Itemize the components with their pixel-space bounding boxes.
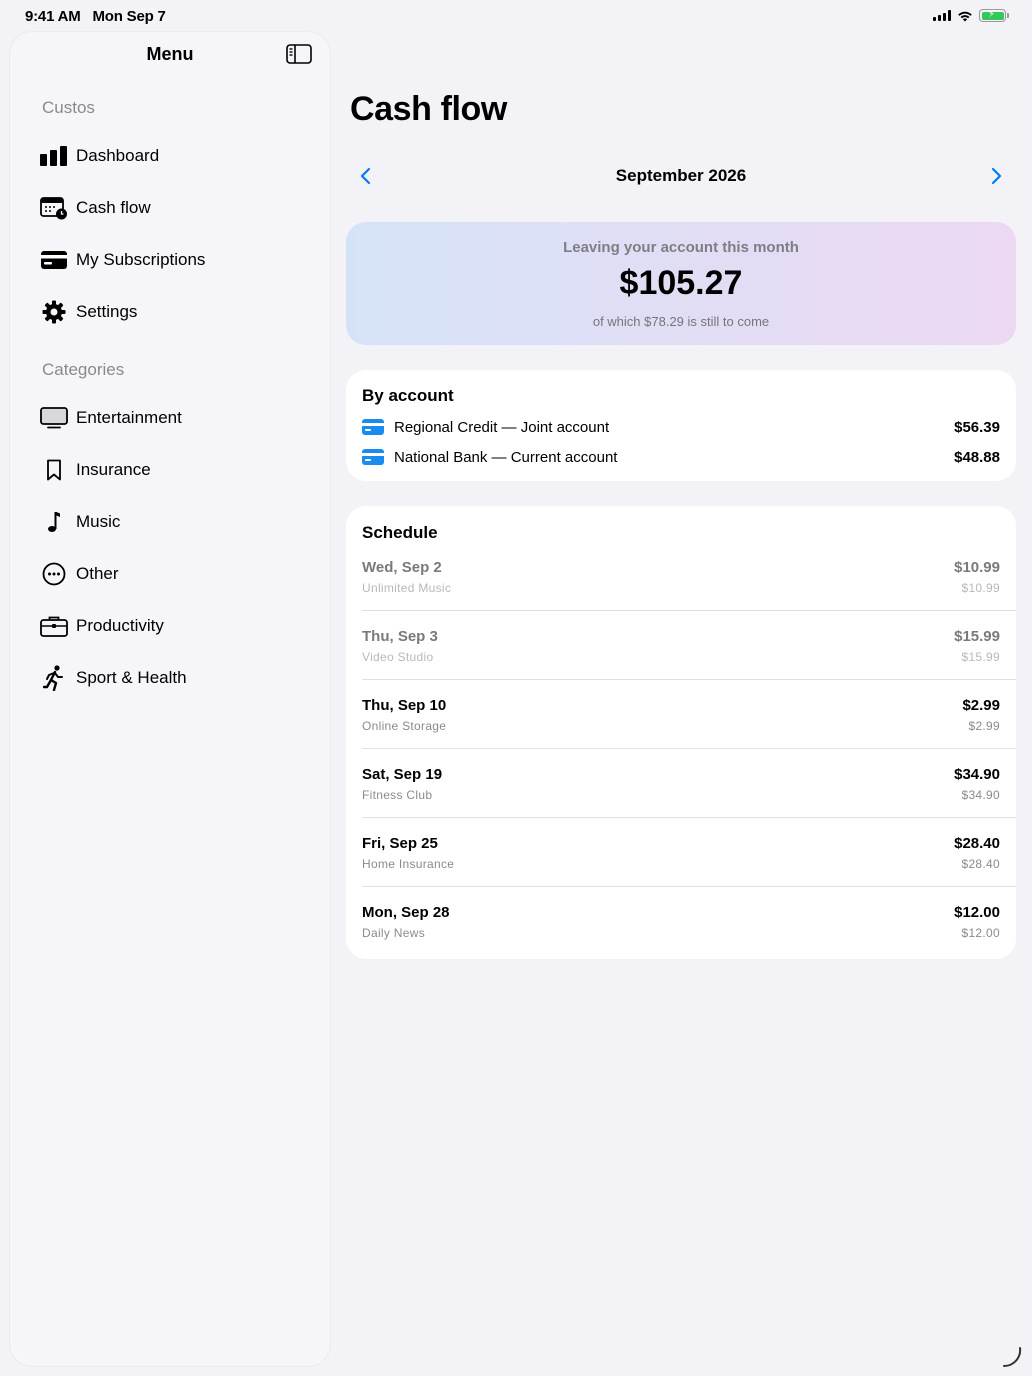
sidebar-item-label: Cash flow [76,198,151,217]
sidebar-item-label: Insurance [76,460,151,479]
month-label: September 2026 [615,166,747,185]
row-divider [362,610,1016,611]
schedule-sub-amount: $28.40 [961,857,1000,871]
section-header-custos: Custos [42,98,95,117]
sidebar-item-label: Music [76,512,121,531]
schedule-date: Mon, Sep 28 [362,904,450,921]
tv-icon [32,396,76,440]
corner-resize-handle [1003,1347,1022,1368]
schedule-amount: $2.99 [962,697,1000,714]
schedule-date: Thu, Sep 3 [362,628,438,645]
account-row[interactable]: Regional Credit — Joint account $56.39 [362,416,1000,438]
credit-card-icon [32,238,76,282]
sidebar-item-label: Sport & Health [76,668,187,687]
schedule-row[interactable]: Thu, Sep 10 Online Storage $2.99 $2.99 [362,697,1000,766]
wifi-icon [958,11,972,21]
summary-note: of which $78.29 is still to come [592,314,770,329]
schedule-amount: $28.40 [954,835,1000,852]
schedule-row[interactable]: Thu, Sep 3 Video Studio $15.99 $15.99 [362,628,1000,697]
section-header-categories: Categories [42,360,125,379]
sidebar-item-sport-health[interactable]: Sport & Health [32,656,312,700]
summary-amount: $105.27 [619,264,743,302]
summary-card: Leaving your account this month $105.27 … [346,222,1016,345]
sidebar-item-label: Dashboard [76,146,160,165]
schedule-amount: $10.99 [954,559,1000,576]
sidebar-title: Menu [146,44,194,64]
account-name: Regional Credit — Joint account [394,418,610,436]
account-name: National Bank — Current account [394,448,618,466]
calendar-clock-icon [32,186,76,230]
sidebar-item-cash-flow[interactable]: Cash flow [32,186,312,230]
sidebar: Menu Custos Dashboard Cash flow My Subsc… [10,32,330,1366]
sidebar-item-label: Productivity [76,616,164,635]
schedule-row[interactable]: Wed, Sep 2 Unlimited Music $10.99 $10.99 [362,559,1000,628]
schedule-subscription-name: Home Insurance [362,857,455,871]
credit-card-icon [362,449,384,465]
bookmark-icon [32,448,76,492]
schedule-amount: $34.90 [954,766,1000,783]
row-divider [362,679,1016,680]
schedule-sub-amount: $12.00 [961,926,1000,940]
schedule-subscription-name: Online Storage [362,719,447,733]
schedule-sub-amount: $2.99 [968,719,1000,733]
briefcase-icon [32,604,76,648]
summary-caption: Leaving your account this month [563,239,799,256]
music-note-icon [32,500,76,544]
schedule-row[interactable]: Mon, Sep 28 Daily News $12.00 $12.00 [362,904,1000,973]
schedule-subscription-name: Daily News [362,926,426,940]
schedule-subscription-name: Fitness Club [362,788,433,802]
month-navigator: September 2026 [346,160,1016,192]
row-divider [362,748,1016,749]
schedule-amount: $15.99 [954,628,1000,645]
sidebar-item-other[interactable]: Other [32,552,312,596]
schedule-subscription-name: Unlimited Music [362,581,452,595]
battery-charging-icon: ⚡ [979,9,1009,22]
gear-icon [32,290,76,334]
sidebar-item-music[interactable]: Music [32,500,312,544]
chart-bar-icon [32,134,76,178]
ellipsis-circle-icon [32,552,76,596]
schedule-row[interactable]: Sat, Sep 19 Fitness Club $34.90 $34.90 [362,766,1000,835]
status-icons: ⚡ [933,9,1009,22]
sidebar-item-productivity[interactable]: Productivity [32,604,312,648]
account-amount: $48.88 [954,448,1000,466]
schedule-date: Wed, Sep 2 [362,559,442,576]
sidebar-item-label: Other [76,564,119,583]
account-amount: $56.39 [954,418,1000,436]
by-account-card: By account Regional Credit — Joint accou… [346,370,1016,481]
schedule-amount: $12.00 [954,904,1000,921]
schedule-date: Thu, Sep 10 [362,697,447,714]
sidebar-item-label: My Subscriptions [76,250,206,269]
schedule-title: Schedule [362,523,438,542]
by-account-title: By account [362,386,454,405]
sidebar-item-my-subscriptions[interactable]: My Subscriptions [32,238,312,282]
status-time: 9:41 AM Mon Sep 7 [25,8,166,25]
sidebar-toggle-icon[interactable] [286,44,312,64]
figure-run-icon [32,656,76,700]
sidebar-item-insurance[interactable]: Insurance [32,448,312,492]
cellular-signal-icon [933,10,951,21]
schedule-sub-amount: $10.99 [961,581,1000,595]
schedule-date: Fri, Sep 25 [362,835,438,852]
schedule-row[interactable]: Fri, Sep 25 Home Insurance $28.40 $28.40 [362,835,1000,904]
account-row[interactable]: National Bank — Current account $48.88 [362,446,1000,468]
status-bar: 9:41 AM Mon Sep 7 ⚡ [0,0,1032,32]
schedule-sub-amount: $34.90 [961,788,1000,802]
schedule-date: Sat, Sep 19 [362,766,443,783]
sidebar-item-label: Entertainment [76,408,182,427]
sidebar-item-label: Settings [76,302,138,321]
chevron-right-icon[interactable] [984,164,1008,188]
sidebar-item-settings[interactable]: Settings [32,290,312,334]
schedule-subscription-name: Video Studio [362,650,434,664]
schedule-sub-amount: $15.99 [961,650,1000,664]
schedule-card: Schedule Wed, Sep 2 Unlimited Music $10.99… [346,506,1016,959]
row-divider [362,817,1016,818]
sidebar-item-entertainment[interactable]: Entertainment [32,396,312,440]
page-title: Cash flow [350,90,507,128]
credit-card-icon [362,419,384,435]
sidebar-item-dashboard[interactable]: Dashboard [32,134,312,178]
row-divider [362,886,1016,887]
